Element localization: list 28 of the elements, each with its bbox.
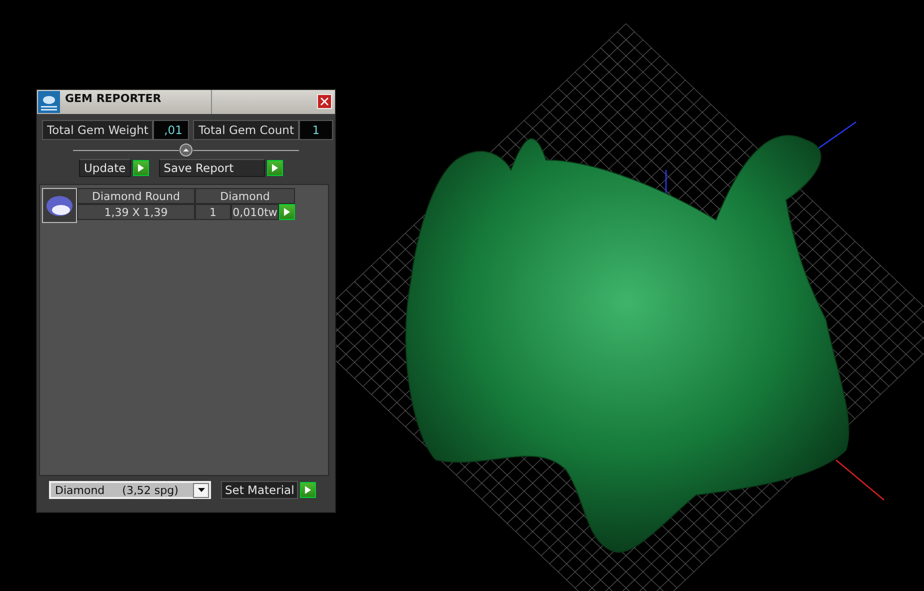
gem-size-cell: 1,39 X 1,39 bbox=[77, 204, 195, 220]
total-value: ,01 bbox=[153, 120, 190, 140]
gem-material-cell: Diamond bbox=[195, 188, 295, 204]
gem-detail-button[interactable] bbox=[279, 204, 295, 220]
close-button[interactable] bbox=[317, 94, 332, 109]
set-material-label: Set Material bbox=[221, 481, 298, 499]
run-button[interactable] bbox=[266, 160, 283, 176]
play-icon bbox=[284, 208, 290, 216]
action-label: Update bbox=[79, 159, 131, 177]
dropdown-arrow-icon bbox=[198, 488, 204, 492]
material-dropdown[interactable]: Diamond (3,52 spg) bbox=[49, 481, 211, 499]
total-value: 1 bbox=[298, 120, 333, 140]
gem-shape-cell: Diamond Round bbox=[77, 188, 195, 204]
play-icon bbox=[305, 486, 312, 494]
run-button[interactable] bbox=[132, 160, 149, 176]
action-label: Save Report bbox=[158, 159, 265, 177]
total-label: Total Gem Count bbox=[193, 120, 299, 140]
gem-weight-cell: 0,010tw bbox=[231, 204, 279, 220]
play-icon bbox=[272, 164, 278, 172]
play-icon bbox=[138, 164, 144, 172]
total-label: Total Gem Weight bbox=[42, 120, 154, 140]
app-icon bbox=[38, 91, 60, 113]
set-material-button[interactable] bbox=[300, 482, 316, 498]
collapse-handle[interactable] bbox=[179, 143, 193, 157]
close-icon bbox=[320, 97, 329, 106]
window-title: GEM REPORTER bbox=[64, 91, 162, 107]
gem-count-cell: 1 bbox=[195, 204, 231, 220]
gem-icon bbox=[42, 188, 77, 223]
